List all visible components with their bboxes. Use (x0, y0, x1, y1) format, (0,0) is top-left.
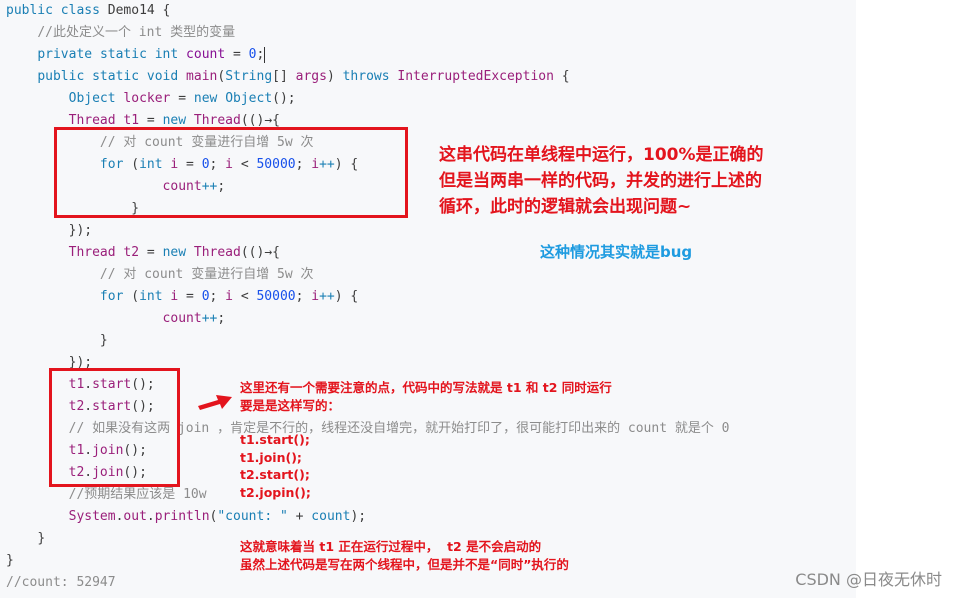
code-token: System (68, 509, 116, 524)
code-token: for (99, 289, 132, 304)
code-token: int (139, 289, 171, 304)
code-line: System.out.println("count: " + count); (6, 506, 730, 528)
code-token: InterruptedException (397, 69, 554, 84)
code-token: i (225, 289, 233, 304)
code-line: //预期结果应该是 10w (6, 484, 730, 506)
code-token: = (139, 113, 163, 128)
code-line: count++; (6, 308, 730, 330)
code-token: ++ (319, 289, 335, 304)
code-token: 0 (201, 289, 210, 304)
code-token: t1 (123, 113, 140, 128)
code-token: ( (131, 289, 140, 304)
code-token: //此处定义一个 int 类型的变量 (37, 25, 236, 40)
code-line: // 对 count 变量进行自增 5w 次 (6, 264, 730, 286)
code-token: }); (68, 223, 93, 238)
code-token: count (186, 47, 226, 62)
watermark: CSDN @日夜无休时 (795, 570, 942, 589)
highlight-box-t1-loop (54, 127, 408, 218)
code-token: ; (209, 289, 226, 304)
code-token: ; (217, 311, 226, 326)
code-line: public class Demo14 { (6, 0, 730, 22)
code-token: . (146, 509, 155, 524)
highlight-box-start-join (49, 368, 180, 487)
code-token: = (170, 91, 194, 106)
code-token: = (139, 245, 163, 260)
code-token: // 对 count 变量进行自增 5w 次 (99, 267, 314, 282)
code-token: ) { (334, 289, 359, 304)
code-token: class (60, 3, 108, 18)
code-token: static (92, 69, 147, 84)
code-token: Object (68, 91, 124, 106)
code-token: count (311, 509, 351, 524)
code-token: } (6, 553, 14, 568)
code-token: i (311, 289, 320, 304)
code-token: } (37, 531, 46, 546)
code-line: private static int count = 0; (6, 44, 730, 66)
code-token: new (162, 113, 194, 128)
code-token: ++ (201, 311, 218, 326)
code-line: //此处定义一个 int 类型的变量 (6, 22, 730, 44)
code-token: + (287, 509, 312, 524)
code-token: (()→{ (240, 113, 280, 128)
code-token: = (178, 289, 202, 304)
code-token: 50000 (256, 289, 296, 304)
code-token: ) (326, 69, 343, 84)
code-token: (()→{ (240, 245, 280, 260)
code-token: throws (342, 69, 398, 84)
code-token: ); (350, 509, 367, 524)
code-token: Thread (68, 113, 124, 128)
code-token: println (154, 509, 210, 524)
code-line: } (6, 330, 730, 352)
code-token: new (162, 245, 194, 260)
code-token: Demo14 { (107, 3, 171, 18)
code-token: { (553, 69, 570, 84)
code-token: //预期结果应该是 10w (68, 487, 207, 502)
code-token: < (233, 289, 257, 304)
code-token: String (225, 69, 273, 84)
code-token: void (146, 69, 187, 84)
annotation-sequential-code: t1.start(); t1.join(); t2.start(); t2.jo… (240, 432, 311, 500)
text-caret (264, 46, 266, 63)
code-token: count (162, 311, 202, 326)
code-token: Object (225, 91, 273, 106)
code-line: Object locker = new Object(); (6, 88, 730, 110)
code-token: static (99, 47, 155, 62)
code-token: Thread (68, 245, 124, 260)
arrow-icon (198, 395, 232, 410)
code-line: //count: 52947 (6, 572, 730, 594)
code-line: public static void main(String[] args) t… (6, 66, 730, 88)
code-token: //count: 52947 (6, 575, 116, 590)
code-token: Thread (193, 245, 241, 260)
code-token: new (193, 91, 226, 106)
annotation-meaning-note: 这就意味着当 t1 正在运行过程中， t2 是不会启动的 虽然上述代码是写在两个… (240, 539, 569, 572)
code-token: Thread (193, 113, 241, 128)
code-token: 0 (248, 47, 257, 62)
code-line: }); (6, 220, 730, 242)
code-token: public (37, 69, 93, 84)
annotation-concurrency-note: 这串代码在单线程中运行，100%是正确的 但是当两串一样的代码，并发的进行上述的… (439, 145, 764, 217)
code-token: public (6, 3, 61, 18)
code-token: main (186, 69, 218, 84)
code-line: for (int i = 0; i < 50000; i++) { (6, 286, 730, 308)
code-token: out (123, 509, 147, 524)
code-token: locker (123, 91, 171, 106)
code-token: private (37, 47, 100, 62)
code-token: ; (256, 47, 265, 62)
code-editor[interactable]: public class Demo14 { //此处定义一个 int 类型的变量… (6, 0, 730, 594)
code-token: args (295, 69, 327, 84)
code-token: t2 (123, 245, 140, 260)
code-token: (); (272, 91, 296, 106)
code-token: } (99, 333, 108, 348)
annotation-bug-note: 这种情况其实就是bug (540, 243, 693, 261)
code-token: = (225, 47, 249, 62)
code-token: "count: " (217, 509, 288, 524)
code-token: ( (217, 69, 226, 84)
annotation-sequence-note: 这里还有一个需要注意的点，代码中的写法就是 t1 和 t2 同时运行 要是是这样… (240, 380, 612, 413)
code-token: int (154, 47, 187, 62)
code-token: ; (295, 289, 312, 304)
code-token: [] (272, 69, 296, 84)
